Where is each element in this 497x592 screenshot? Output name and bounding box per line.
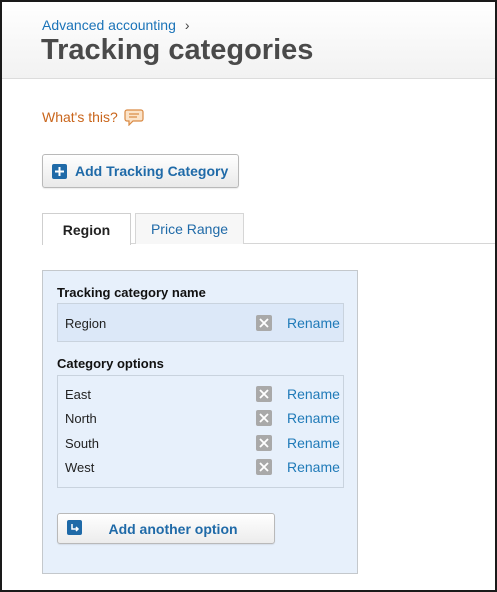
option-label: North — [65, 410, 97, 426]
rename-category-link[interactable]: Rename — [287, 315, 340, 331]
add-tracking-category-label: Add Tracking Category — [75, 163, 229, 179]
add-another-option-button[interactable]: Add another option — [57, 513, 275, 544]
page-header: Advanced accounting › Tracking categorie… — [2, 2, 495, 79]
rename-option-link[interactable]: Rename — [287, 410, 340, 426]
page-title: Tracking categories — [41, 34, 314, 66]
option-label: West — [65, 459, 95, 475]
whats-this-label: What's this? — [42, 109, 118, 125]
delete-icon[interactable] — [256, 386, 272, 402]
tracking-category-name-box: Region Rename — [57, 303, 344, 342]
breadcrumb-link-advanced-accounting[interactable]: Advanced accounting — [42, 17, 176, 33]
app-window: Advanced accounting › Tracking categorie… — [0, 0, 497, 592]
rename-option-link[interactable]: Rename — [287, 386, 340, 402]
category-options-box: East Rename North Rename South Rename We… — [57, 375, 344, 488]
category-options-heading: Category options — [57, 356, 164, 371]
option-row: North Rename — [58, 407, 343, 429]
delete-icon[interactable] — [256, 435, 272, 451]
rename-option-link[interactable]: Rename — [287, 459, 340, 475]
category-name-row: Region Rename — [58, 312, 343, 334]
option-row: West Rename — [58, 456, 343, 478]
speech-bubble-icon — [124, 109, 144, 126]
add-another-option-label: Add another option — [108, 520, 238, 537]
option-label: South — [65, 435, 99, 451]
option-row: East Rename — [58, 383, 343, 405]
category-name-value: Region — [65, 315, 107, 331]
breadcrumb-chevron-icon: › — [184, 17, 190, 33]
tracking-category-panel: Tracking category name Region Rename Cat… — [42, 270, 358, 574]
option-row: South Rename — [58, 432, 343, 454]
plus-icon — [52, 163, 67, 179]
rename-option-link[interactable]: Rename — [287, 435, 340, 451]
delete-icon[interactable] — [256, 410, 272, 426]
tab-region[interactable]: Region — [42, 213, 131, 245]
delete-icon[interactable] — [256, 315, 272, 331]
breadcrumb: Advanced accounting › — [42, 17, 190, 33]
tracking-category-name-heading: Tracking category name — [57, 285, 206, 300]
whats-this-link[interactable]: What's this? — [42, 108, 144, 126]
delete-icon[interactable] — [256, 459, 272, 475]
option-label: East — [65, 386, 92, 402]
add-tracking-category-button[interactable]: Add Tracking Category — [42, 154, 239, 188]
tab-price-range[interactable]: Price Range — [135, 213, 244, 244]
